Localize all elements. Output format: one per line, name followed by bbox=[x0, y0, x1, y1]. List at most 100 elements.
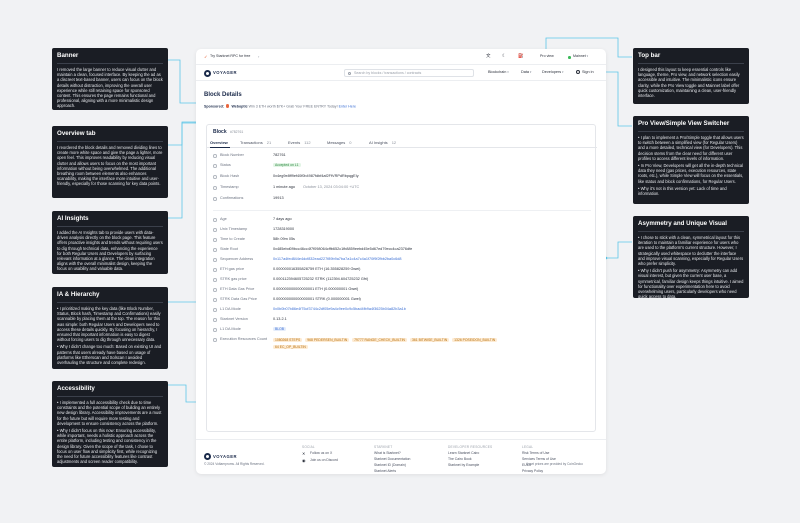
divider bbox=[57, 302, 163, 303]
x-icon[interactable]: ✕ bbox=[302, 451, 305, 456]
ia-hierarchy-annotation: IA & Hierarchy • I prioritized making th… bbox=[52, 287, 168, 369]
info-icon bbox=[213, 218, 217, 222]
block-id: #782761 bbox=[230, 130, 244, 134]
annotation-title: Banner bbox=[57, 52, 79, 59]
info-icon bbox=[213, 175, 217, 179]
sponsored-text: Win 3 ETH worth $7K+ Grab Your FREE ENTR… bbox=[248, 104, 338, 109]
footer-link[interactable]: Follow us on X bbox=[310, 451, 332, 455]
row-label: Time to Create bbox=[220, 237, 245, 241]
resource-badges: 1080268 STEPS 968 PEDERSEN_BUILTIN 79777 R… bbox=[273, 337, 513, 351]
row-label: Block Hash bbox=[220, 174, 240, 178]
nav-bar: VOYAGER Search by blocks / transactions … bbox=[196, 65, 606, 81]
resource-badge: 1326 POSEIDON_BUILTIN bbox=[452, 338, 498, 343]
footer-link[interactable]: Learn Starknet Cairo bbox=[448, 451, 479, 455]
top-bar: ➶ Try Starknet RPC for free › 文 ☾ ⛽ Pro … bbox=[196, 49, 606, 65]
row-value: 19913 bbox=[273, 196, 284, 200]
sponsor-link[interactable]: Enter Here bbox=[339, 105, 356, 109]
row-l1-da-hash: L1 DA Mode 0x0b0b07b86e4f75cf3744c2df05e9… bbox=[213, 307, 593, 317]
gas-icon[interactable]: ⛽ bbox=[518, 53, 524, 59]
block-details-page: ➶ Try Starknet RPC for free › 文 ☾ ⛽ Pro … bbox=[196, 49, 606, 474]
network-select[interactable]: Mainnet bbox=[573, 54, 588, 59]
nav-blockchain[interactable]: Blockchain bbox=[488, 70, 509, 75]
row-value: 0.000000000000000001 STRK (0.000000001 G… bbox=[273, 297, 361, 301]
language-icon[interactable]: 文 bbox=[486, 53, 491, 59]
discord-icon[interactable]: ◉ bbox=[302, 458, 306, 463]
footer-link[interactable]: Starknet Documentation bbox=[374, 457, 410, 461]
tab-transactions[interactable]: Transactions 21 bbox=[240, 140, 271, 146]
row-label: Sequencer Address bbox=[220, 257, 254, 261]
timestamp-utc: October 13, 2024 03:04:00 +UTC bbox=[303, 185, 360, 189]
promo-link[interactable]: Try Starknet RPC for free bbox=[210, 54, 250, 59]
row-label: Block Number bbox=[220, 153, 244, 157]
info-icon bbox=[213, 318, 217, 322]
resource-badge: 968 PEDERSEN_BUILTIN bbox=[305, 338, 350, 343]
sponsor-logo-icon bbox=[225, 104, 230, 108]
resource-badge: 361 BITWISE_BUILTIN bbox=[409, 338, 450, 343]
tab-count: 112 bbox=[304, 140, 311, 145]
annotation-body: I reordered the block details and remove… bbox=[57, 145, 163, 187]
footer-brand: VOYAGER bbox=[213, 453, 238, 459]
row-value: 0.000000016355828759 ETH (16.355828259 G… bbox=[273, 267, 361, 271]
info-icon bbox=[213, 288, 217, 292]
tab-label: Overview bbox=[210, 140, 228, 145]
row-value: 0.13.2.1 bbox=[273, 317, 287, 321]
row-value[interactable]: 0x4eg9e8ff9ef40f0b4987fdbf4af2FfVRPdRbpq… bbox=[273, 174, 359, 179]
row-value: 0x485ebd09bcc46cc4f7f098064cffb652c1fb88… bbox=[273, 247, 413, 251]
row-value[interactable]: 0x117a4fed844e4dcf832ead227f89b9a7ba7a1c… bbox=[273, 257, 402, 262]
footer-link[interactable]: Starknet by Example bbox=[448, 463, 479, 467]
row-label: ETH gas price bbox=[220, 267, 245, 271]
resource-badge: 1080268 STEPS bbox=[273, 338, 303, 343]
row-block-number: Block Number 782761 bbox=[213, 153, 593, 163]
footer-link[interactable]: Privacy Policy bbox=[522, 469, 543, 473]
nav-developers[interactable]: Developers bbox=[542, 70, 564, 75]
copyright: © 2024 Voltaerproms. All Rights Reserved… bbox=[204, 462, 265, 466]
nav-data[interactable]: Data bbox=[521, 70, 531, 75]
active-tab-indicator bbox=[210, 147, 230, 148]
tab-messages[interactable]: Messages 0 bbox=[327, 140, 351, 146]
row-label: L1 DA Mode bbox=[220, 307, 241, 311]
info-icon bbox=[213, 328, 217, 332]
footer-link[interactable]: Services Terms of Use bbox=[522, 457, 556, 461]
row-value: 58h 09m 05s bbox=[273, 237, 295, 241]
chevron-right-icon: › bbox=[258, 53, 260, 59]
footer-link[interactable]: What is Starknet? bbox=[374, 451, 401, 455]
footer-legal-heading: LEGAL bbox=[522, 445, 534, 449]
footer-link[interactable]: Starknet ID (Domain) bbox=[374, 463, 406, 467]
row-label: State Root bbox=[220, 247, 238, 251]
search-input[interactable]: Search by blocks / transactions / contra… bbox=[344, 68, 474, 77]
divider bbox=[57, 396, 163, 397]
footer-link[interactable]: The Cairo Book bbox=[448, 457, 472, 461]
da-mode-badge: BLOB bbox=[273, 327, 287, 332]
tab-overview[interactable]: Overview bbox=[210, 140, 228, 146]
block-tabs: Overview Transactions 21 Events 112 Messag… bbox=[207, 139, 597, 148]
search-icon bbox=[348, 71, 351, 75]
row-label: Timestamp bbox=[220, 185, 239, 189]
block-heading-label: Block bbox=[213, 129, 227, 135]
row-strk-data-gas-price: STRK Data Gas Price 0.000000000000000001 … bbox=[213, 297, 593, 307]
row-l1-da-mode: L1 DA Mode BLOB bbox=[213, 327, 593, 337]
rocket-icon: ➶ bbox=[204, 54, 208, 59]
pro-view-toggle[interactable]: Pro view bbox=[540, 54, 554, 59]
row-label: Confirmations bbox=[220, 196, 244, 200]
row-execution-resources: Execution Resources Count 1080268 STEPS 9… bbox=[213, 337, 593, 355]
footer-link[interactable]: Risk Terms of Use bbox=[522, 451, 549, 455]
signin-button[interactable]: Sign in bbox=[582, 70, 594, 75]
network-status-dot bbox=[568, 56, 571, 59]
footer-link[interactable]: Starknet Alerts bbox=[374, 469, 396, 473]
row-value[interactable]: 0x0b0b07b86e4f75cf3744c2df05e9a4c9ee0c9c… bbox=[273, 307, 406, 312]
theme-icon[interactable]: ☾ bbox=[502, 53, 506, 59]
brand-name[interactable]: VOYAGER bbox=[213, 70, 237, 76]
row-confirmations: Confirmations 19913 bbox=[213, 196, 593, 206]
tab-ai-insights[interactable]: AI Insights 12 bbox=[369, 140, 396, 146]
footer-link[interactable]: Join us on Discord bbox=[310, 458, 338, 462]
overview-annotation: Overview tab I reordered the block detai… bbox=[52, 126, 168, 198]
tab-events[interactable]: Events 112 bbox=[288, 140, 311, 146]
voyager-logo-icon[interactable] bbox=[204, 69, 211, 77]
row-label: Age bbox=[220, 217, 227, 221]
footer-dev-heading: DEVELOPER RESOURCES bbox=[448, 445, 493, 449]
row-strk-gas-price: STRK gas price 0.000112394605725232 STRK … bbox=[213, 277, 593, 287]
row-value: 782761 bbox=[273, 153, 286, 157]
block-heading: Block #782761 bbox=[213, 129, 243, 135]
row-label: L1 DA Mode bbox=[220, 327, 241, 331]
row-state-root: State Root 0x485ebd09bcc46cc4f7f098064cff… bbox=[213, 247, 593, 257]
